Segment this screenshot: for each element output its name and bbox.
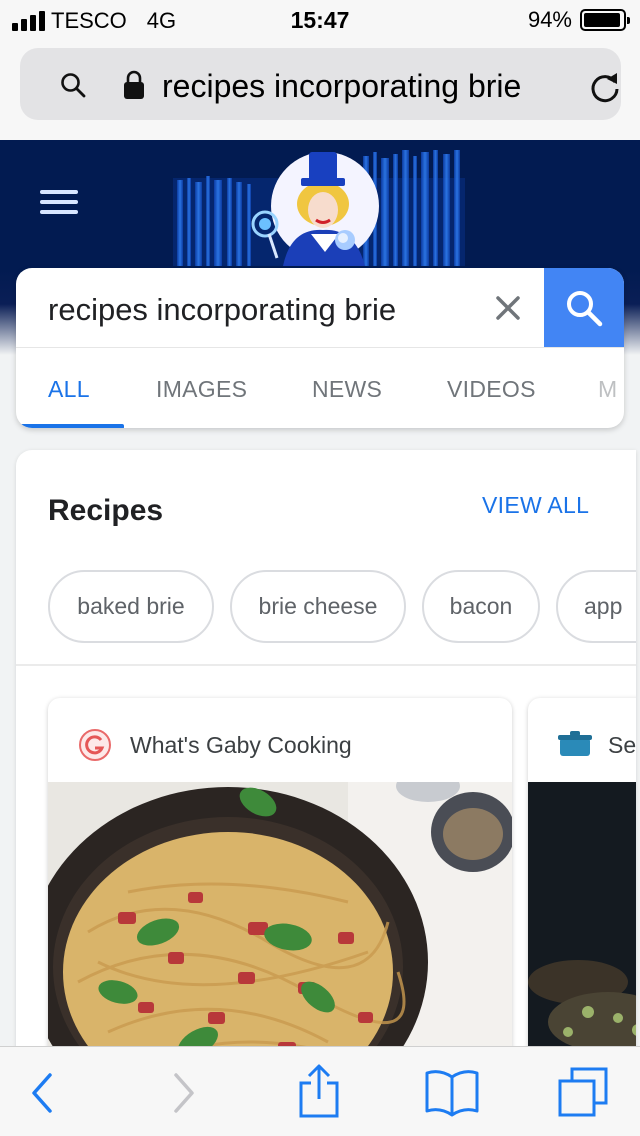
clear-icon[interactable]	[494, 294, 522, 322]
hamburger-menu-icon[interactable]	[40, 190, 80, 214]
tab-videos[interactable]: VIDEOS	[447, 376, 536, 403]
forward-icon[interactable]	[168, 1071, 198, 1115]
view-all-link[interactable]: VIEW ALL	[482, 492, 589, 519]
search-input[interactable]: recipes incorporating brie	[48, 292, 396, 328]
search-icon	[61, 73, 86, 98]
chip-baked-brie[interactable]: baked brie	[48, 570, 214, 643]
lock-icon	[124, 70, 144, 99]
pot-icon	[558, 731, 592, 756]
tab-all[interactable]: ALL	[48, 376, 90, 403]
recipes-heading: Recipes	[48, 494, 164, 527]
status-right: 94%	[527, 7, 630, 33]
recipes-panel: Recipes VIEW ALL baked brie brie cheese …	[16, 450, 636, 1090]
tab-news[interactable]: NEWS	[312, 376, 382, 403]
recipe-source: Ser	[608, 732, 636, 758]
google-doodle-logo[interactable]	[173, 148, 465, 266]
recipe-image	[528, 782, 636, 1090]
bookmarks-icon[interactable]	[424, 1067, 480, 1117]
recipe-card[interactable]: Ser	[528, 698, 636, 1090]
recipe-card-header: Ser	[528, 698, 636, 782]
active-tab-indicator	[16, 424, 124, 428]
browser-toolbar	[0, 1046, 640, 1136]
browser-page: TESCO 4G 15:47 94% recipes incorporating…	[0, 0, 640, 1136]
chip-app[interactable]: app	[556, 570, 636, 643]
share-icon[interactable]	[296, 1063, 342, 1119]
recipe-source: What's Gaby Cooking	[130, 732, 352, 758]
chip-brie-cheese[interactable]: brie cheese	[230, 570, 406, 643]
battery-icon	[580, 9, 630, 31]
recipe-card[interactable]: What's Gaby Cooking	[48, 698, 512, 1090]
battery-percent: 94%	[527, 7, 572, 32]
recipe-image	[48, 782, 512, 1090]
tabs-icon[interactable]	[556, 1065, 610, 1119]
address-bar[interactable]: recipes incorporating brie	[20, 48, 621, 120]
address-url-text: recipes incorporating brie	[162, 68, 522, 104]
gaby-logo-icon	[79, 729, 111, 761]
reload-icon[interactable]	[588, 70, 622, 104]
search-icon	[567, 291, 603, 327]
tab-more[interactable]: M	[598, 376, 617, 403]
status-bar: TESCO 4G 15:47 94%	[0, 0, 640, 40]
chip-bacon[interactable]: bacon	[422, 570, 540, 643]
tab-images[interactable]: IMAGES	[156, 376, 247, 403]
back-icon[interactable]	[28, 1071, 58, 1115]
browser-top-bar: recipes incorporating brie	[0, 40, 640, 140]
section-divider	[16, 664, 636, 666]
recipe-card-header: What's Gaby Cooking	[48, 698, 512, 782]
search-button[interactable]	[544, 268, 624, 348]
search-tabs: ALL IMAGES NEWS VIDEOS M	[16, 347, 624, 428]
battery-level	[584, 13, 620, 27]
search-box-card: recipes incorporating brie ALL IMAGES NE…	[16, 268, 624, 428]
